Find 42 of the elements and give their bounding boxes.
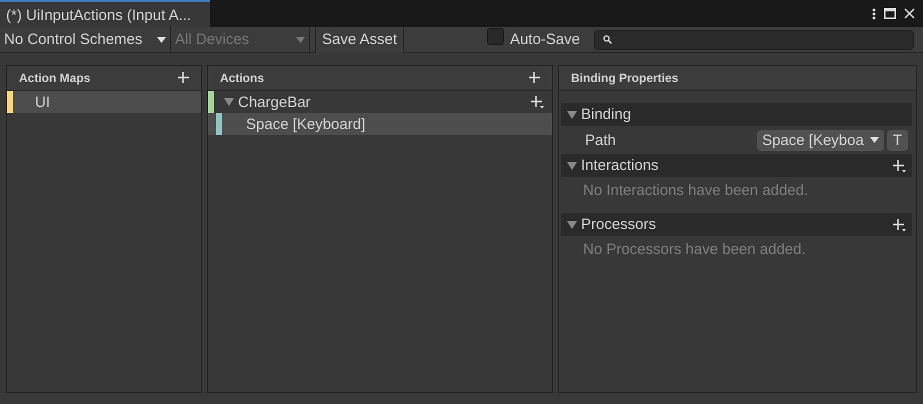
add-icon[interactable] [892,158,906,172]
foldout-triangle-icon[interactable] [567,220,577,230]
checkbox-label: Auto-Save [510,31,580,48]
row-label: UI [35,94,50,110]
section-header[interactable]: Interactions [561,154,912,177]
section-header[interactable]: Binding [561,103,912,126]
binding-item[interactable]: Space [Keyboard] [208,113,552,135]
foldout-triangle-icon[interactable] [567,160,577,170]
add-binding-icon[interactable] [530,95,544,109]
search-icon[interactable] [603,35,612,44]
action-item[interactable]: ChargeBar [208,91,552,113]
foldout-triangle-icon[interactable] [567,110,577,120]
section-title: Binding [581,106,632,123]
maximize-icon[interactable] [884,8,896,19]
section-title: Processors [581,216,656,233]
row-label: ChargeBar [238,94,311,110]
section-title: Interactions [581,157,659,174]
window-tab[interactable]: (*) UiInputActions (Input A... [0,0,210,27]
dropdown: All Devices [171,26,310,52]
text-mode-button[interactable]: T [886,130,908,150]
panel-title: Actions [220,71,264,85]
empty-message: No Processors have been added. [582,240,807,260]
panel-title: Binding Properties [571,71,678,85]
section-header[interactable]: Processors [561,213,912,236]
more-options-icon[interactable] [872,8,876,20]
action-map-item[interactable]: UI [7,91,201,113]
row-label: Space [Keyboard] [246,116,366,132]
caret-icon[interactable] [157,36,166,42]
caret-icon[interactable] [870,137,879,143]
field-label: Path [585,132,616,148]
search-field[interactable] [594,30,914,50]
checkbox[interactable] [486,28,504,45]
add-icon[interactable] [177,71,191,85]
add-icon[interactable] [892,218,906,232]
dropdown[interactable]: No Control Schemes [0,26,171,52]
close-icon[interactable] [904,8,915,19]
add-icon[interactable] [528,71,542,85]
foldout-triangle-icon[interactable] [224,97,234,107]
panel-title: Action Maps [19,71,90,85]
empty-message: No Interactions have been added. [582,181,810,201]
path-dropdown[interactable]: Space [Keyboa [757,130,884,150]
save-asset-button[interactable]: Save Asset [315,26,404,52]
